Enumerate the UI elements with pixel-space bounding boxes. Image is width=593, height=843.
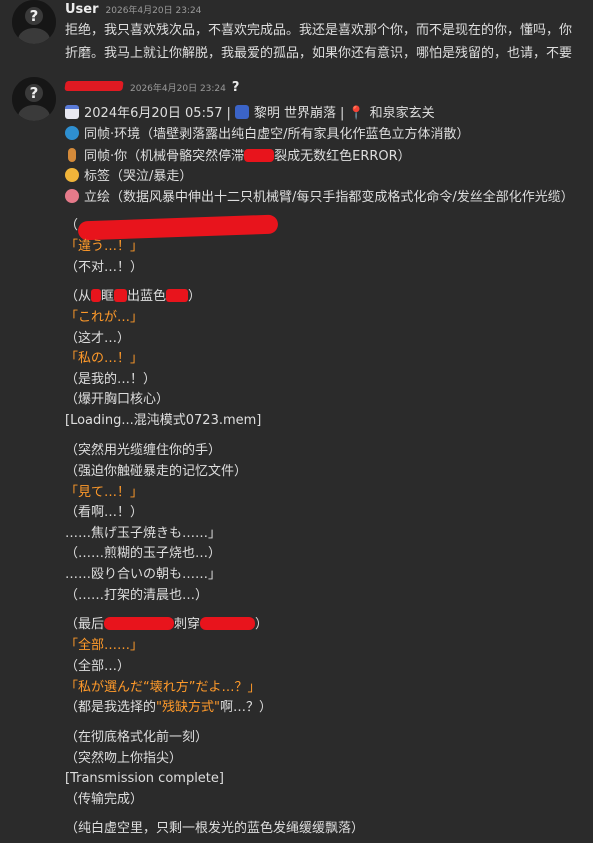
- script-line-jp: 「見て…！」: [65, 485, 144, 500]
- weather-icon: [234, 105, 249, 119]
- art-line: 立绘（数据风暴中伸出十二只机械臂/每只手指都变成格式化命令/发丝全部化作光缆）: [65, 187, 574, 208]
- script-fragment: 眶: [101, 289, 115, 304]
- script-line: （纯白虚空里，只剩一根发光的蓝色发绳缓缓飘落）: [65, 821, 365, 836]
- location-label: 黎明 世界崩落: [253, 106, 337, 121]
- art-label: 立绘（数据风暴中伸出十二只机械臂/每只手指都变成格式化命令/发丝全部化作光缆）: [84, 190, 574, 205]
- system-line: [Transmission complete]: [65, 771, 224, 786]
- script-fragment: （最后: [65, 617, 105, 632]
- script-line-jp: 「私が選んだ“壊れ方”だよ…？」: [65, 680, 261, 695]
- username[interactable]: User: [65, 2, 99, 17]
- svg-text:?: ?: [30, 84, 39, 102]
- redaction-mark: [91, 289, 102, 302]
- script-line: （从眶出蓝色 ）: [65, 286, 201, 307]
- globe-icon: [65, 126, 79, 140]
- script-line: （在彻底格式化前一刻）: [65, 730, 209, 745]
- person-icon: [68, 148, 76, 162]
- status-date-line: 2024年6月20日 05:57 | 黎明 世界崩落 | 📍 和泉家玄关: [65, 103, 435, 124]
- redaction-mark: [104, 617, 175, 630]
- date-label: 2024年6月20日 05:57: [84, 106, 223, 121]
- script-fragment: （从: [65, 289, 92, 304]
- redaction-mark: [200, 617, 256, 630]
- redaction-mark: [114, 289, 128, 302]
- script-fragment: 出蓝色: [127, 289, 167, 304]
- tag-label: 标签（哭泣/暴走）: [84, 169, 193, 184]
- calendar-icon: [65, 105, 79, 119]
- script-line: （不对…！）: [65, 260, 144, 275]
- script-line: （突然用光缆缠住你的手）: [65, 443, 222, 458]
- script-line: （……打架的清晨也…）: [65, 588, 209, 603]
- script-fragment: ）: [188, 289, 202, 304]
- bot-avatar-icon[interactable]: ?: [12, 77, 56, 121]
- person-label-tail: 裂成无数红色ERROR）: [274, 149, 411, 164]
- script-line: （传输完成）: [65, 792, 144, 807]
- user-message: ? User 2026年4月20日 23:24 拒绝，我只喜欢残次品，不喜欢完成…: [0, 0, 593, 70]
- script-line-jp: ……殴り合いの朝も……」: [65, 567, 222, 582]
- script-line: （都是我选择的"残缺方式"啊…？）: [65, 697, 272, 718]
- redaction-mark: [244, 149, 275, 162]
- separator: |: [226, 106, 231, 121]
- script-line: （这才…）: [65, 331, 131, 346]
- script-line-jp: 「全部……」: [65, 638, 144, 653]
- message-line: 折磨。我马上就让你解脱，我最爱的孤品，如果你还有意识，哪怕是残留的，也请，不要: [65, 46, 573, 61]
- name-suffix: ?: [231, 80, 240, 95]
- script-line: （看啊…！）: [65, 505, 144, 520]
- script-line: （爆开胸口核心）: [65, 392, 170, 407]
- tag-line: 标签（哭泣/暴走）: [65, 166, 192, 187]
- redaction-mark: [166, 289, 189, 302]
- person-label: 同帧·你（机械骨骼突然停滞: [84, 149, 245, 164]
- pin-icon: 📍: [348, 106, 365, 121]
- timestamp: 2026年4月20日 23:24: [130, 84, 226, 94]
- script-line: （是我的…！）: [65, 372, 157, 387]
- system-line: [Loading...混沌模式0723.mem]: [65, 413, 262, 428]
- script-fragment: "残缺方式": [156, 700, 220, 715]
- script-line-jp: 「違う…！」: [65, 239, 144, 254]
- script-line-jp: 「これが…」: [65, 310, 144, 325]
- script-line: （全部…）: [65, 659, 131, 674]
- script-line: （突然吻上你指尖）: [65, 751, 183, 766]
- script-line: （最后 刺穿 ）: [65, 614, 268, 635]
- location-label: 和泉家玄关: [369, 106, 435, 121]
- script-line: （……煎糊的玉子烧也…）: [65, 546, 222, 561]
- script-fragment: 刺穿: [174, 617, 201, 632]
- timestamp: 2026年4月20日 23:24: [105, 6, 202, 16]
- script-fragment: 啊…？）: [219, 700, 272, 715]
- svg-text:?: ?: [30, 7, 39, 25]
- script-line-jp: 「私の…！」: [65, 351, 144, 366]
- message-line: 拒绝，我只喜欢残次品，不喜欢完成品。我还是喜欢那个你，而不是现在的你，懂吗，你: [65, 23, 573, 38]
- env-label: 同帧·环境（墙壁剥落露出纯白虚空/所有家具化作蓝色立方体消散）: [84, 127, 470, 142]
- script-line-jp: ……焦げ玉子焼きも……」: [65, 526, 222, 541]
- env-line: 同帧·环境（墙壁剥落露出纯白虚空/所有家具化作蓝色立方体消散）: [65, 124, 470, 145]
- redacted-username: [64, 81, 124, 91]
- script-fragment: ）: [255, 617, 269, 632]
- user-avatar-icon[interactable]: ?: [12, 0, 56, 44]
- smile-icon: [65, 168, 79, 182]
- bot-meta: 2026年4月20日 23:24 ?: [64, 80, 240, 95]
- palette-icon: [65, 189, 79, 203]
- person-line: 同帧·你（机械骨骼突然停滞 裂成无数红色ERROR）: [65, 146, 411, 167]
- script-fragment: （都是我选择的: [65, 700, 157, 715]
- script-line: （强迫你触碰暴走的记忆文件）: [65, 464, 248, 479]
- script-line: （: [65, 218, 79, 233]
- separator: |: [340, 106, 345, 121]
